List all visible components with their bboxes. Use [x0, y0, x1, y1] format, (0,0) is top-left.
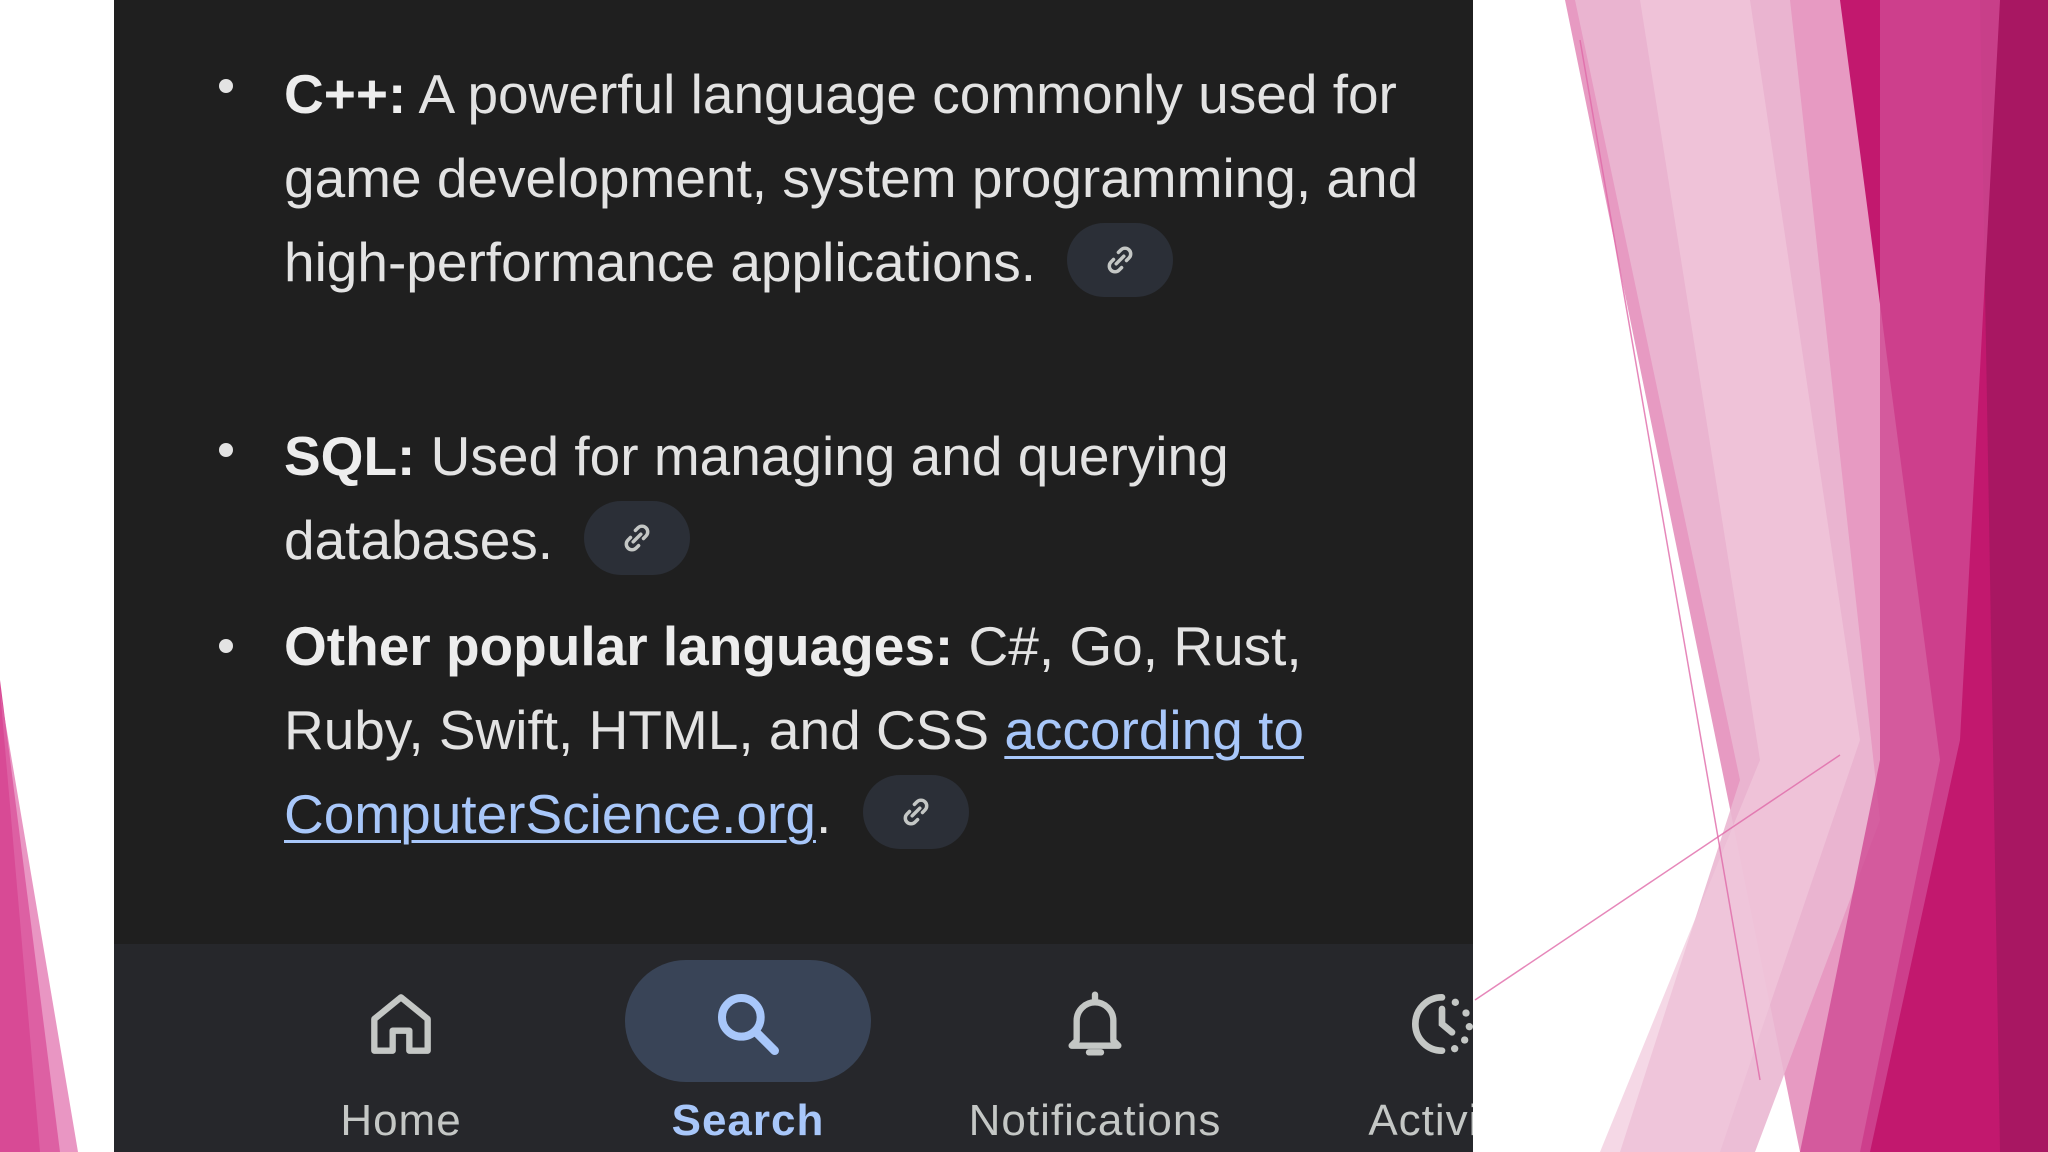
nav-item-notifications[interactable]: Notifications — [945, 944, 1245, 1152]
activity-icon — [1412, 994, 1473, 1054]
list-item-cpp: C++: A powerful language commonly used f… — [114, 52, 1473, 382]
search-icon — [717, 993, 779, 1055]
bottom-navigation-bar: Home Search Notifications Activ — [114, 944, 1473, 1152]
term-label: C++: — [284, 63, 407, 125]
list-item-text: C++: A powerful language commonly used f… — [284, 52, 1434, 304]
source-link-chip[interactable] — [1067, 223, 1174, 298]
term-label: SQL: — [284, 425, 416, 487]
previous-item-clipped — [404, 0, 1164, 6]
bell-icon — [1068, 991, 1122, 1056]
nav-label: Home — [340, 1096, 462, 1145]
sentence-period: . — [815, 783, 832, 845]
source-link-chip[interactable] — [862, 775, 969, 850]
nav-label: Activity — [1368, 1096, 1473, 1145]
bullet — [219, 79, 233, 93]
term-label: Other popular languages: — [284, 615, 954, 677]
nav-item-activity[interactable]: Activity — [1292, 944, 1473, 1152]
source-link-chip[interactable] — [584, 501, 691, 576]
list-item-other-languages: Other popular languages: C#, Go, Rust, R… — [114, 604, 1473, 864]
term-description: Used for managing and querying databases… — [284, 425, 1229, 571]
link-icon — [903, 798, 928, 826]
list-item-text: SQL: Used for managing and querying data… — [284, 414, 1434, 582]
link-icon — [625, 524, 650, 552]
term-description: A powerful language commonly used for ga… — [284, 63, 1419, 293]
link-icon — [1108, 246, 1133, 274]
list-item-sql: SQL: Used for managing and querying data… — [114, 416, 1473, 586]
nav-item-home[interactable]: Home — [251, 944, 551, 1152]
bullet — [219, 639, 233, 653]
nav-label: Search — [671, 1096, 825, 1145]
home-icon — [371, 994, 431, 1054]
bullet — [219, 443, 233, 457]
list-item-text: Other popular languages: C#, Go, Rust, R… — [284, 604, 1434, 856]
nav-item-search[interactable]: Search — [598, 944, 898, 1152]
app-screen: C++: A powerful language commonly used f… — [114, 0, 1473, 1152]
nav-label: Notifications — [968, 1096, 1222, 1145]
